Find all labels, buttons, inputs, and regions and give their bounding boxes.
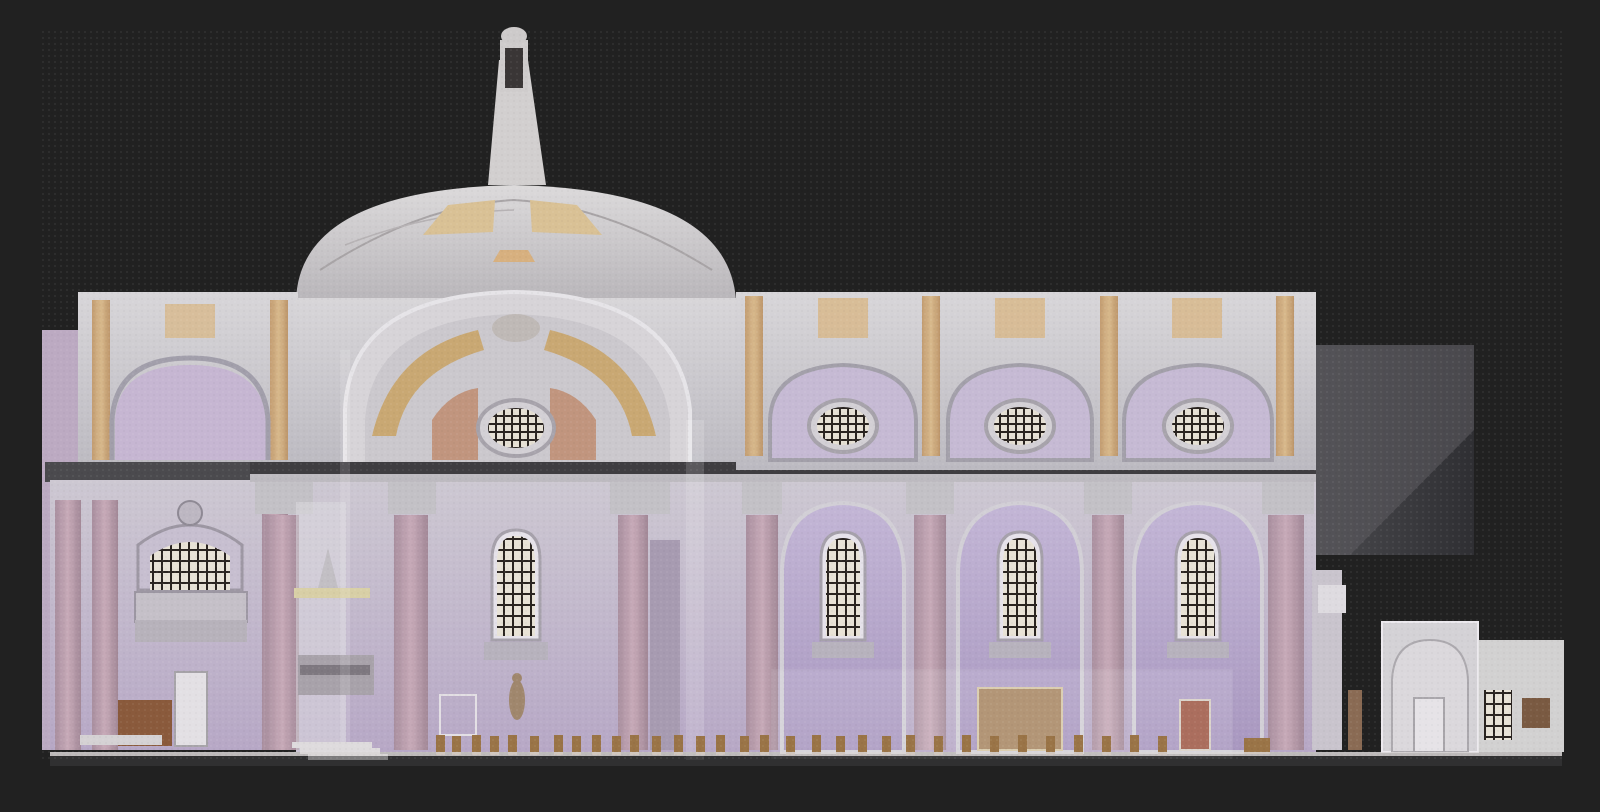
church-section-image — [0, 0, 1600, 812]
point-cloud-texture — [42, 30, 1562, 760]
